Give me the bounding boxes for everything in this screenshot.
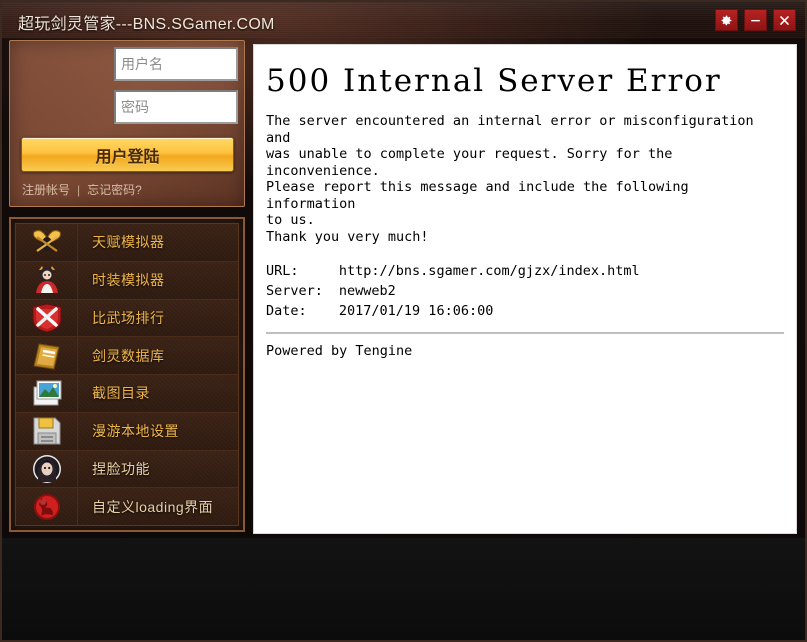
menu-item-screenshots[interactable]: 截图目录 bbox=[16, 375, 238, 413]
menu-item-label: 自定义loading界面 bbox=[92, 498, 214, 515]
minimize-button[interactable] bbox=[744, 9, 767, 31]
navigation-menu-panel: 天赋模拟器 时装模拟器 比武场排行 剑灵数据库 截图目录 漫游本地设置 捏脸功能… bbox=[9, 217, 245, 532]
crossed-swords-shield-icon bbox=[16, 299, 78, 337]
error-title: 500 Internal Server Error bbox=[266, 63, 722, 99]
photo-icon bbox=[16, 375, 78, 412]
info-key: Server: bbox=[266, 283, 323, 299]
menu-item-label: 捏脸功能 bbox=[92, 460, 150, 477]
book-icon bbox=[16, 337, 78, 374]
close-button[interactable] bbox=[773, 9, 796, 31]
login-links: 注册帐号 | 忘记密码? bbox=[22, 181, 142, 198]
menu-item-label: 漫游本地设置 bbox=[92, 423, 179, 440]
divider bbox=[266, 332, 784, 334]
menu-item-custom-loading[interactable]: 自定义loading界面 bbox=[16, 488, 238, 525]
powered-by-text: Powered by Tengine bbox=[266, 343, 413, 359]
settings-button[interactable] bbox=[715, 9, 738, 31]
info-key: URL: bbox=[266, 263, 299, 279]
menu-item-local-settings[interactable]: 漫游本地设置 bbox=[16, 412, 238, 451]
navigation-menu-list: 天赋模拟器 时装模拟器 比武场排行 剑灵数据库 截图目录 漫游本地设置 捏脸功能… bbox=[15, 223, 239, 526]
window-title: 超玩剑灵管家---BNS.SGamer.COM bbox=[18, 16, 275, 33]
login-button[interactable]: 用户登陆 bbox=[21, 137, 234, 172]
application-window: 超玩剑灵管家---BNS.SGamer.COM 用户名 密码 用户登陆 注册帐号… bbox=[0, 0, 807, 642]
password-input[interactable] bbox=[114, 90, 238, 124]
menu-item-label: 天赋模拟器 bbox=[92, 234, 165, 251]
info-value: 2017/01/19 16:06:00 bbox=[338, 303, 494, 319]
login-panel: 用户登陆 注册帐号 | 忘记密码? bbox=[9, 40, 245, 207]
menu-item-database[interactable]: 剑灵数据库 bbox=[16, 337, 238, 375]
link-separator: | bbox=[77, 182, 81, 197]
table-row: URL: http://bns.sgamer.com/gjzx/index.ht… bbox=[266, 261, 640, 281]
register-link[interactable]: 注册帐号 bbox=[22, 181, 70, 198]
red-loading-emblem-icon bbox=[16, 488, 78, 525]
title-bar: 超玩剑灵管家---BNS.SGamer.COM bbox=[2, 2, 805, 38]
minimize-icon bbox=[751, 19, 760, 21]
bottom-toolbar: 客户端选择: 青春不删档 窗口模式 640X480 修复游戏闪退 查看延时 电信… bbox=[2, 538, 805, 640]
menu-item-label: 时装模拟器 bbox=[92, 272, 165, 289]
error-description: The server encountered an internal error… bbox=[266, 113, 754, 245]
window-controls bbox=[715, 9, 796, 31]
forgot-password-link[interactable]: 忘记密码? bbox=[87, 181, 142, 198]
info-value: http://bns.sgamer.com/gjzx/index.html bbox=[338, 263, 640, 279]
table-row: Date: 2017/01/19 16:06:00 bbox=[266, 301, 640, 321]
error-info-table: URL: http://bns.sgamer.com/gjzx/index.ht… bbox=[266, 261, 640, 321]
info-value: newweb2 bbox=[338, 283, 396, 299]
menu-item-costume-simulator[interactable]: 时装模拟器 bbox=[16, 261, 238, 300]
menu-item-label: 截图目录 bbox=[92, 385, 150, 402]
menu-item-arena-ranking[interactable]: 比武场排行 bbox=[16, 299, 238, 338]
menu-item-label: 比武场排行 bbox=[92, 309, 165, 326]
talent-emblem-icon bbox=[16, 224, 78, 261]
content-panel: 500 Internal Server Error The server enc… bbox=[253, 44, 797, 534]
menu-item-face-customization[interactable]: 捏脸功能 bbox=[16, 450, 238, 489]
gear-icon bbox=[721, 15, 732, 25]
face-portrait-icon bbox=[16, 450, 78, 488]
left-column: 用户登陆 注册帐号 | 忘记密码? bbox=[9, 40, 245, 532]
costume-character-icon bbox=[16, 261, 78, 299]
info-key: Date: bbox=[266, 303, 307, 319]
menu-item-talent-simulator[interactable]: 天赋模拟器 bbox=[16, 224, 238, 262]
table-row: Server: newweb2 bbox=[266, 281, 640, 301]
close-icon bbox=[780, 15, 789, 25]
menu-item-label: 剑灵数据库 bbox=[92, 347, 165, 364]
floppy-disk-icon bbox=[16, 412, 78, 450]
username-input[interactable] bbox=[114, 47, 238, 81]
